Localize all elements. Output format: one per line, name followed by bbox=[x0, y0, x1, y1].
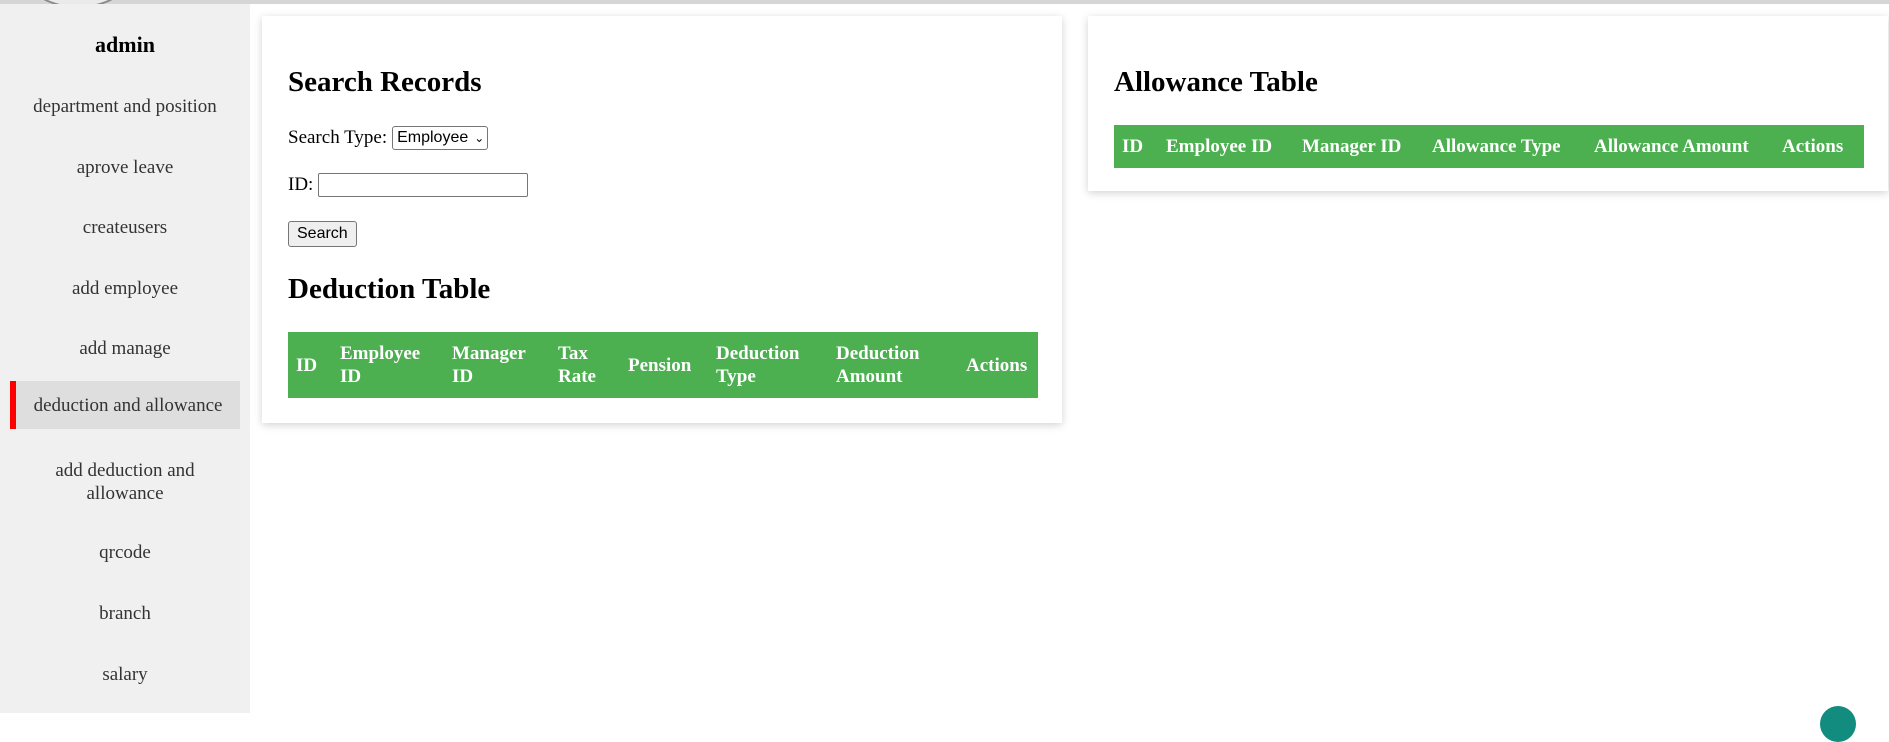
id-input[interactable] bbox=[318, 173, 529, 197]
deduction-table-header-row: ID Employee ID Manager ID Tax Rate Pensi… bbox=[288, 332, 1038, 398]
search-type-select[interactable]: Employee ⌄ bbox=[392, 126, 489, 150]
search-type-row: Search Type: Employee ⌄ bbox=[288, 126, 489, 150]
sidebar-item-branch[interactable]: branch bbox=[10, 589, 240, 637]
deduction-col-deduction-type: Deduction Type bbox=[716, 343, 800, 387]
search-and-deduction-card: Search Records Search Type: Employee ⌄ I… bbox=[262, 16, 1062, 423]
allowance-table-header-row: ID Employee ID Manager ID Allowance Type… bbox=[1114, 125, 1864, 168]
allowance-card: Allowance Table ID Employee ID Manager I… bbox=[1088, 16, 1888, 191]
allowance-table: ID Employee ID Manager ID Allowance Type… bbox=[1114, 125, 1864, 168]
search-type-value: Employee bbox=[397, 129, 469, 146]
search-type-label: Search Type: bbox=[288, 127, 388, 148]
allowance-col-manager-id: Manager ID bbox=[1302, 136, 1402, 157]
chevron-down-icon: ⌄ bbox=[474, 131, 485, 145]
sidebar-item-createusers[interactable]: createusers bbox=[10, 203, 240, 251]
deduction-table: ID Employee ID Manager ID Tax Rate Pensi… bbox=[288, 332, 1038, 398]
deduction-col-tax-rate: Tax Rate bbox=[558, 343, 596, 387]
search-records-heading: Search Records bbox=[288, 66, 482, 98]
deduction-col-deduction-amount: Deduction Amount bbox=[836, 343, 920, 387]
deduction-col-manager-id: Manager ID bbox=[452, 343, 526, 387]
search-button[interactable]: Search bbox=[288, 221, 357, 247]
sidebar-item-deduction-and-allowance[interactable]: deduction and allowance bbox=[10, 381, 240, 429]
id-label: ID: bbox=[288, 174, 314, 195]
allowance-table-heading: Allowance Table bbox=[1114, 66, 1318, 98]
deduction-col-employee-id: Employee ID bbox=[340, 343, 421, 387]
sidebar-item-salary[interactable]: salary bbox=[10, 650, 240, 698]
allowance-col-allowance-type: Allowance Type bbox=[1432, 136, 1561, 157]
sidebar-item-add-employee[interactable]: add employee bbox=[10, 264, 240, 312]
sidebar-item-add-deduction-and-allowance[interactable]: add deduction and allowance bbox=[10, 453, 240, 511]
chat-widget-icon[interactable] bbox=[1820, 706, 1856, 742]
deduction-col-id: ID bbox=[296, 354, 318, 376]
sidebar-item-add-manage[interactable]: add manage bbox=[10, 324, 240, 372]
sidebar-item-aprove-leave[interactable]: aprove leave bbox=[10, 143, 240, 191]
top-border bbox=[0, 0, 1889, 4]
sidebar-item-qrcode[interactable]: qrcode bbox=[10, 528, 240, 576]
deduction-table-heading: Deduction Table bbox=[288, 273, 491, 305]
id-row: ID: bbox=[288, 173, 529, 197]
allowance-col-id: ID bbox=[1122, 136, 1144, 157]
sidebar: admin department and position aprove lea… bbox=[0, 4, 250, 713]
deduction-col-actions: Actions bbox=[966, 354, 1028, 376]
user-name: admin bbox=[95, 32, 155, 57]
sidebar-item-department-and-position[interactable]: department and position bbox=[10, 82, 240, 130]
allowance-col-employee-id: Employee ID bbox=[1166, 136, 1273, 157]
allowance-col-actions: Actions bbox=[1782, 136, 1844, 157]
allowance-col-allowance-amount: Allowance Amount bbox=[1594, 136, 1749, 157]
deduction-col-pension: Pension bbox=[628, 354, 692, 376]
